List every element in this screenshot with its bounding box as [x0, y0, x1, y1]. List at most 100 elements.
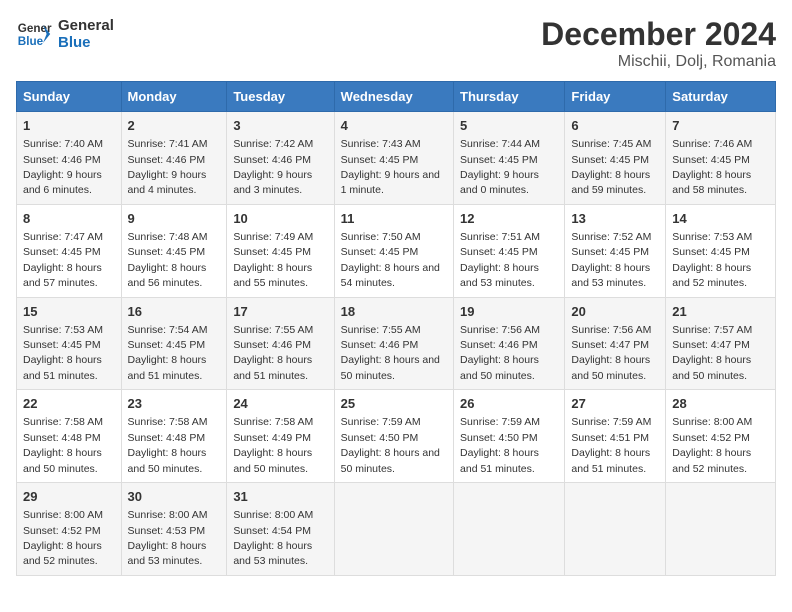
- day-info: Sunrise: 7:55 AMSunset: 4:46 PMDaylight:…: [341, 324, 440, 382]
- day-number: 2: [128, 117, 221, 135]
- day-info: Sunrise: 7:40 AMSunset: 4:46 PMDaylight:…: [23, 138, 103, 196]
- day-cell: 16 Sunrise: 7:54 AMSunset: 4:45 PMDayligh…: [121, 297, 227, 390]
- day-cell: [565, 483, 666, 576]
- logo-blue: Blue: [58, 34, 114, 51]
- day-cell: 17 Sunrise: 7:55 AMSunset: 4:46 PMDayligh…: [227, 297, 334, 390]
- day-number: 25: [341, 395, 447, 413]
- header-cell-tuesday: Tuesday: [227, 82, 334, 112]
- day-number: 17: [233, 303, 327, 321]
- day-info: Sunrise: 8:00 AMSunset: 4:52 PMDaylight:…: [672, 416, 752, 474]
- day-info: Sunrise: 7:59 AMSunset: 4:51 PMDaylight:…: [571, 416, 651, 474]
- day-info: Sunrise: 7:56 AMSunset: 4:46 PMDaylight:…: [460, 324, 540, 382]
- day-cell: 24 Sunrise: 7:58 AMSunset: 4:49 PMDayligh…: [227, 390, 334, 483]
- day-number: 13: [571, 210, 659, 228]
- day-cell: 1 Sunrise: 7:40 AMSunset: 4:46 PMDaylight…: [17, 112, 122, 205]
- logo-icon: General Blue: [16, 16, 52, 52]
- day-cell: 22 Sunrise: 7:58 AMSunset: 4:48 PMDayligh…: [17, 390, 122, 483]
- header-cell-monday: Monday: [121, 82, 227, 112]
- day-info: Sunrise: 7:54 AMSunset: 4:45 PMDaylight:…: [128, 324, 208, 382]
- day-cell: 13 Sunrise: 7:52 AMSunset: 4:45 PMDayligh…: [565, 204, 666, 297]
- day-cell: 18 Sunrise: 7:55 AMSunset: 4:46 PMDayligh…: [334, 297, 453, 390]
- day-cell: 4 Sunrise: 7:43 AMSunset: 4:45 PMDaylight…: [334, 112, 453, 205]
- day-cell: 3Sunrise: 7:42 AMSunset: 4:46 PMDaylight…: [227, 112, 334, 205]
- day-number: 27: [571, 395, 659, 413]
- day-cell: 23 Sunrise: 7:58 AMSunset: 4:48 PMDayligh…: [121, 390, 227, 483]
- day-info: Sunrise: 7:58 AMSunset: 4:48 PMDaylight:…: [128, 416, 208, 474]
- day-number: 22: [23, 395, 115, 413]
- day-cell: 19 Sunrise: 7:56 AMSunset: 4:46 PMDayligh…: [454, 297, 565, 390]
- day-number: 12: [460, 210, 558, 228]
- day-cell: 5Sunrise: 7:44 AMSunset: 4:45 PMDaylight…: [454, 112, 565, 205]
- day-cell: 25 Sunrise: 7:59 AMSunset: 4:50 PMDayligh…: [334, 390, 453, 483]
- day-number: 26: [460, 395, 558, 413]
- header-cell-friday: Friday: [565, 82, 666, 112]
- page-header: General Blue General Blue December 2024 …: [16, 16, 776, 71]
- day-number: 11: [341, 210, 447, 228]
- day-info: Sunrise: 7:55 AMSunset: 4:46 PMDaylight:…: [233, 324, 313, 382]
- day-info: Sunrise: 7:50 AMSunset: 4:45 PMDaylight:…: [341, 231, 440, 289]
- day-number: 19: [460, 303, 558, 321]
- title-block: December 2024 Mischii, Dolj, Romania: [541, 16, 776, 71]
- day-info: Sunrise: 8:00 AMSunset: 4:52 PMDaylight:…: [23, 509, 103, 567]
- day-number: 7: [672, 117, 769, 135]
- day-cell: 11 Sunrise: 7:50 AMSunset: 4:45 PMDayligh…: [334, 204, 453, 297]
- day-cell: 26 Sunrise: 7:59 AMSunset: 4:50 PMDayligh…: [454, 390, 565, 483]
- day-info: Sunrise: 7:43 AMSunset: 4:45 PMDaylight:…: [341, 138, 440, 196]
- day-cell: 21Sunrise: 7:57 AMSunset: 4:47 PMDayligh…: [666, 297, 776, 390]
- day-info: Sunrise: 7:47 AMSunset: 4:45 PMDaylight:…: [23, 231, 103, 289]
- day-info: Sunrise: 7:58 AMSunset: 4:48 PMDaylight:…: [23, 416, 103, 474]
- day-info: Sunrise: 7:42 AMSunset: 4:46 PMDaylight:…: [233, 138, 313, 196]
- header-cell-sunday: Sunday: [17, 82, 122, 112]
- day-number: 8: [23, 210, 115, 228]
- day-info: Sunrise: 7:46 AMSunset: 4:45 PMDaylight:…: [672, 138, 752, 196]
- calendar-header: SundayMondayTuesdayWednesdayThursdayFrid…: [17, 82, 776, 112]
- day-number: 16: [128, 303, 221, 321]
- header-cell-saturday: Saturday: [666, 82, 776, 112]
- day-number: 14: [672, 210, 769, 228]
- day-info: Sunrise: 7:59 AMSunset: 4:50 PMDaylight:…: [341, 416, 440, 474]
- day-cell: 12Sunrise: 7:51 AMSunset: 4:45 PMDayligh…: [454, 204, 565, 297]
- day-info: Sunrise: 7:58 AMSunset: 4:49 PMDaylight:…: [233, 416, 313, 474]
- day-cell: 31Sunrise: 8:00 AMSunset: 4:54 PMDayligh…: [227, 483, 334, 576]
- day-cell: 30 Sunrise: 8:00 AMSunset: 4:53 PMDayligh…: [121, 483, 227, 576]
- day-cell: 6 Sunrise: 7:45 AMSunset: 4:45 PMDaylight…: [565, 112, 666, 205]
- day-number: 24: [233, 395, 327, 413]
- day-cell: 8 Sunrise: 7:47 AMSunset: 4:45 PMDaylight…: [17, 204, 122, 297]
- week-row-2: 8 Sunrise: 7:47 AMSunset: 4:45 PMDaylight…: [17, 204, 776, 297]
- day-number: 4: [341, 117, 447, 135]
- day-number: 1: [23, 117, 115, 135]
- header-cell-wednesday: Wednesday: [334, 82, 453, 112]
- day-info: Sunrise: 7:59 AMSunset: 4:50 PMDaylight:…: [460, 416, 540, 474]
- day-cell: 10Sunrise: 7:49 AMSunset: 4:45 PMDayligh…: [227, 204, 334, 297]
- day-info: Sunrise: 7:41 AMSunset: 4:46 PMDaylight:…: [128, 138, 208, 196]
- day-info: Sunrise: 7:56 AMSunset: 4:47 PMDaylight:…: [571, 324, 651, 382]
- day-info: Sunrise: 7:44 AMSunset: 4:45 PMDaylight:…: [460, 138, 540, 196]
- svg-text:Blue: Blue: [18, 35, 44, 48]
- header-row: SundayMondayTuesdayWednesdayThursdayFrid…: [17, 82, 776, 112]
- day-number: 29: [23, 488, 115, 506]
- week-row-1: 1 Sunrise: 7:40 AMSunset: 4:46 PMDaylight…: [17, 112, 776, 205]
- day-number: 18: [341, 303, 447, 321]
- header-cell-thursday: Thursday: [454, 82, 565, 112]
- day-cell: [334, 483, 453, 576]
- day-cell: 27 Sunrise: 7:59 AMSunset: 4:51 PMDayligh…: [565, 390, 666, 483]
- logo: General Blue General Blue: [16, 16, 114, 52]
- day-info: Sunrise: 8:00 AMSunset: 4:54 PMDaylight:…: [233, 509, 313, 567]
- day-number: 23: [128, 395, 221, 413]
- week-row-5: 29 Sunrise: 8:00 AMSunset: 4:52 PMDayligh…: [17, 483, 776, 576]
- calendar-subtitle: Mischii, Dolj, Romania: [541, 53, 776, 71]
- day-info: Sunrise: 7:45 AMSunset: 4:45 PMDaylight:…: [571, 138, 651, 196]
- day-number: 20: [571, 303, 659, 321]
- day-cell: [454, 483, 565, 576]
- day-number: 30: [128, 488, 221, 506]
- day-info: Sunrise: 8:00 AMSunset: 4:53 PMDaylight:…: [128, 509, 208, 567]
- day-cell: 15Sunrise: 7:53 AMSunset: 4:45 PMDayligh…: [17, 297, 122, 390]
- calendar-title: December 2024: [541, 16, 776, 53]
- day-number: 9: [128, 210, 221, 228]
- logo-general: General: [58, 17, 114, 34]
- day-number: 6: [571, 117, 659, 135]
- day-cell: 20 Sunrise: 7:56 AMSunset: 4:47 PMDayligh…: [565, 297, 666, 390]
- day-number: 28: [672, 395, 769, 413]
- day-cell: 9Sunrise: 7:48 AMSunset: 4:45 PMDaylight…: [121, 204, 227, 297]
- day-info: Sunrise: 7:52 AMSunset: 4:45 PMDaylight:…: [571, 231, 651, 289]
